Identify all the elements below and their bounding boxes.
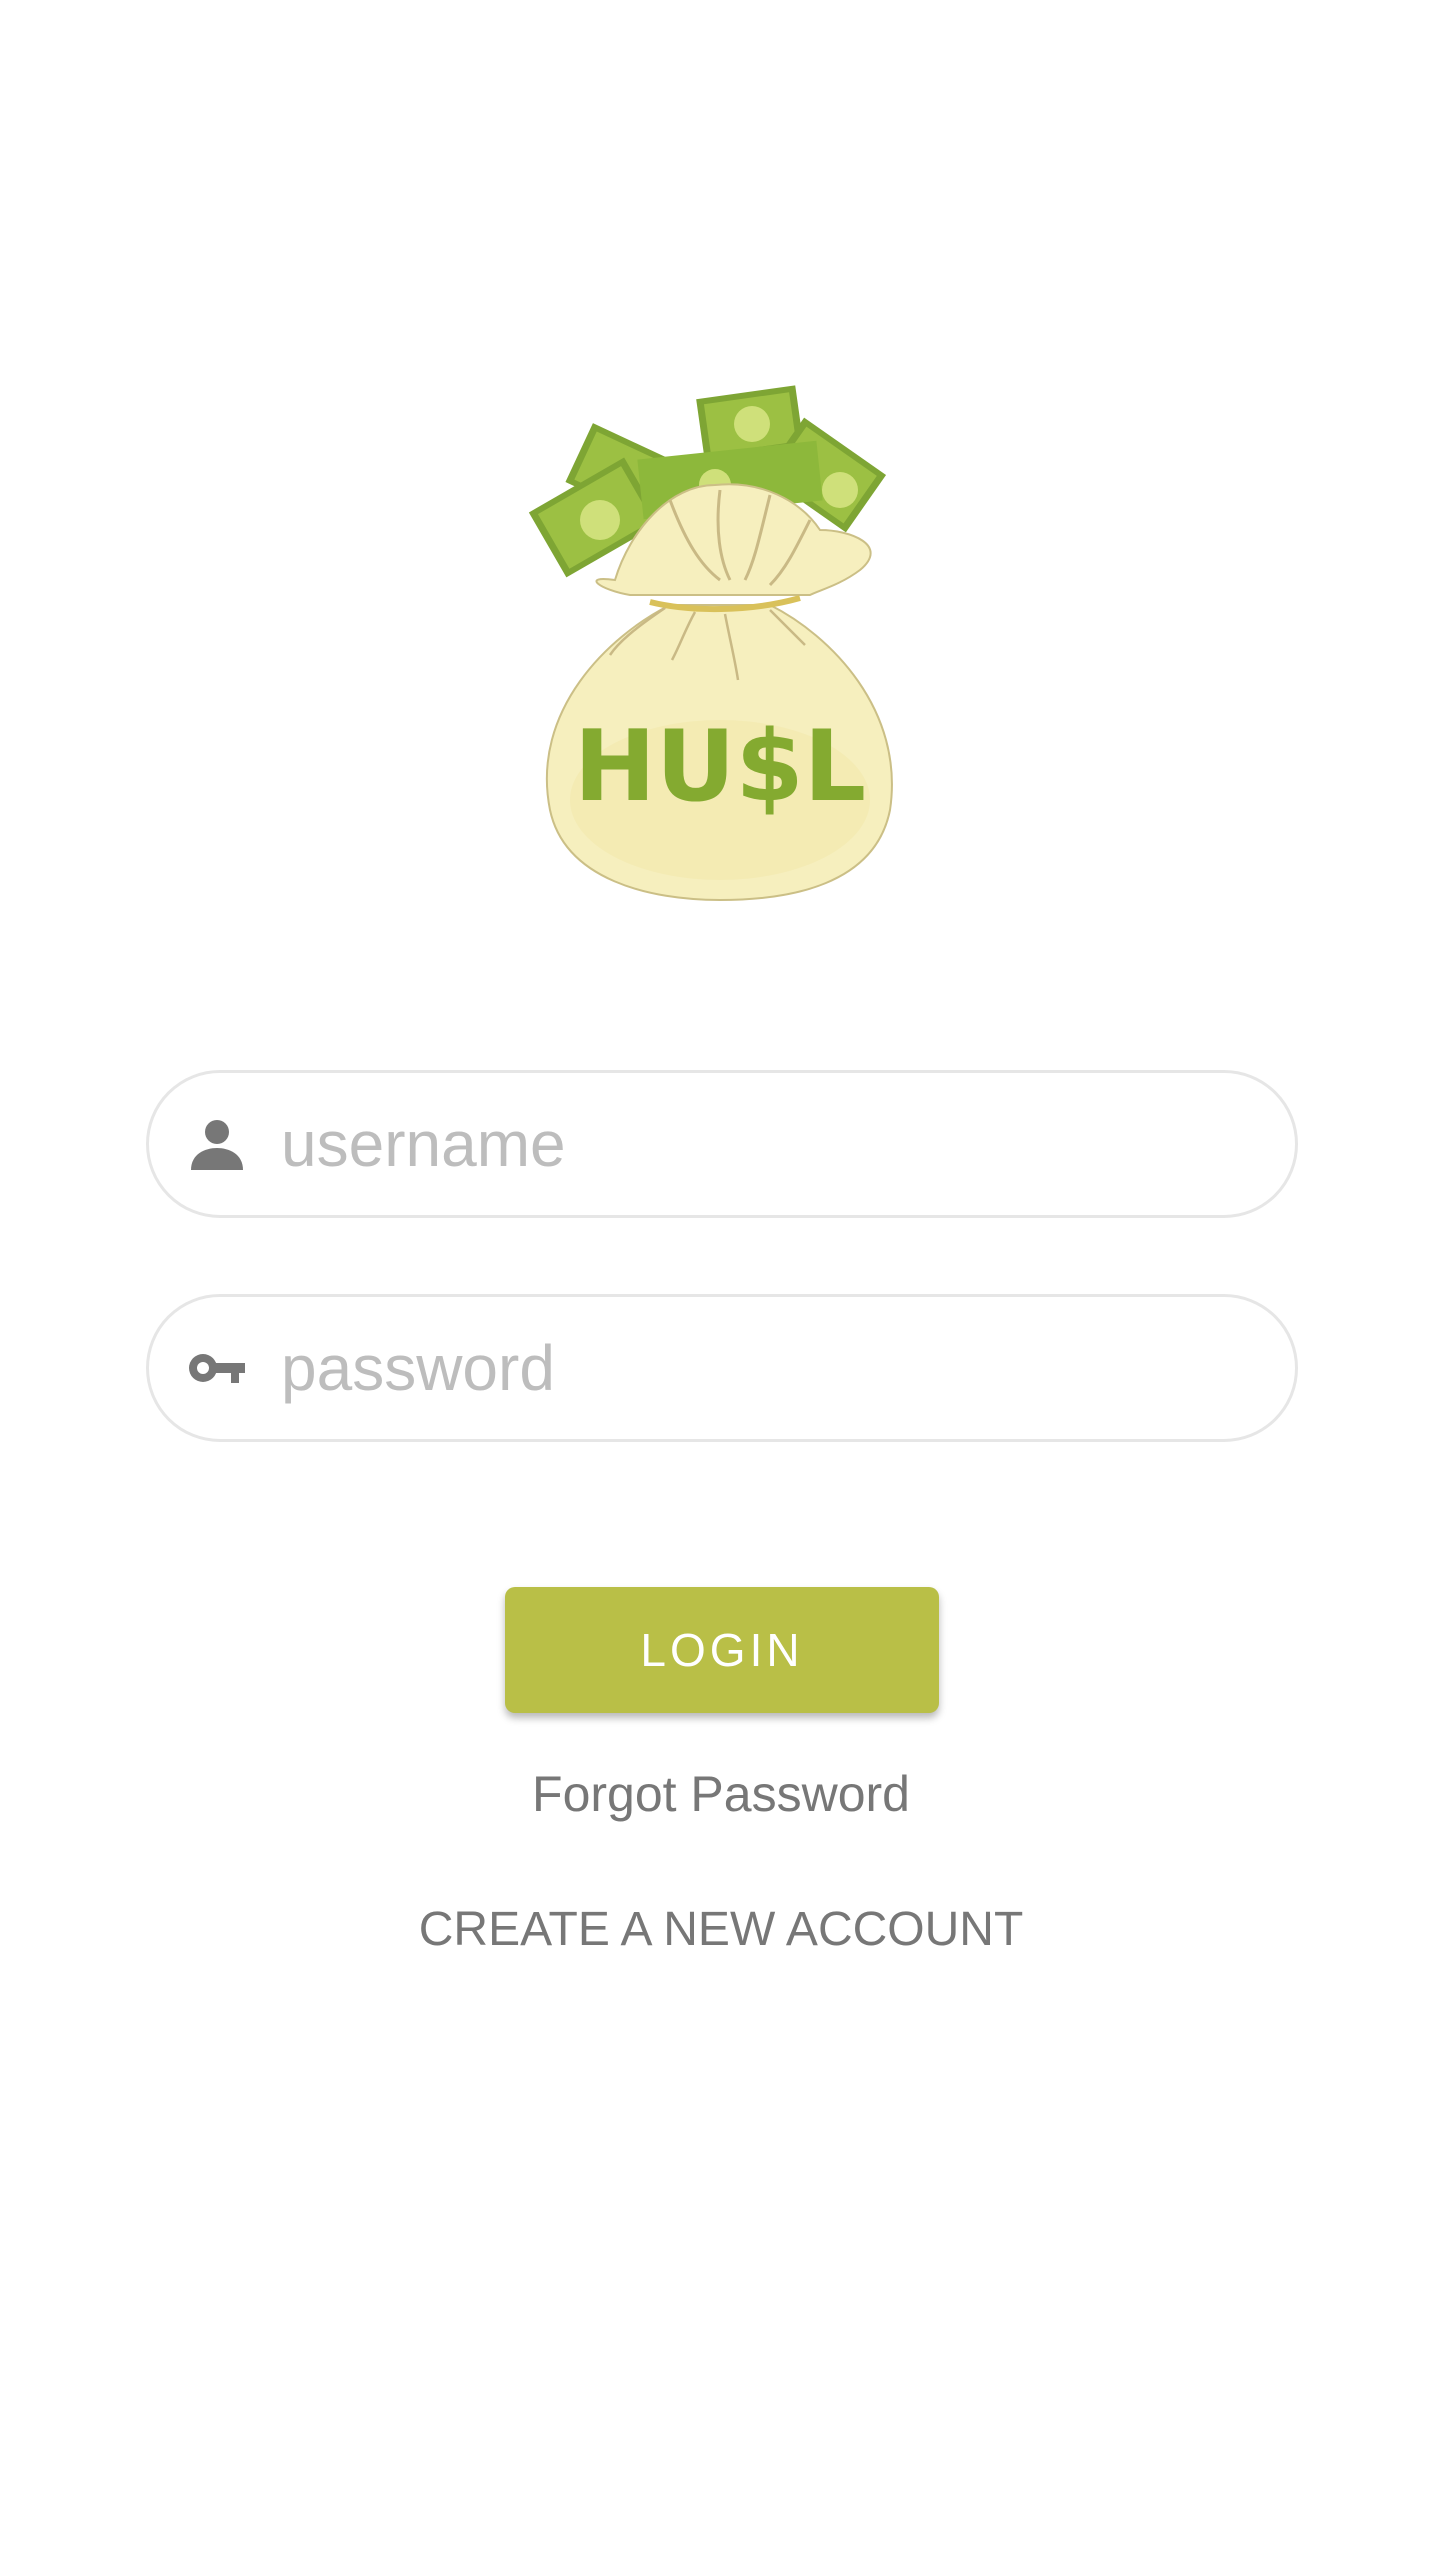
create-account-link[interactable]: CREATE A NEW ACCOUNT	[0, 1902, 1442, 1957]
username-input[interactable]	[281, 1094, 1241, 1194]
username-field[interactable]	[146, 1070, 1298, 1218]
person-icon	[187, 1114, 247, 1174]
login-button[interactable]: LOGIN	[505, 1587, 939, 1713]
password-field[interactable]	[146, 1294, 1298, 1442]
password-input[interactable]	[281, 1318, 1241, 1418]
logo-text: HU$L	[574, 710, 866, 824]
forgot-password-link[interactable]: Forgot Password	[0, 1765, 1442, 1823]
money-bag-logo-image: HU$L	[528, 385, 893, 902]
key-icon	[187, 1338, 247, 1398]
app-logo: HU$L	[520, 380, 920, 910]
